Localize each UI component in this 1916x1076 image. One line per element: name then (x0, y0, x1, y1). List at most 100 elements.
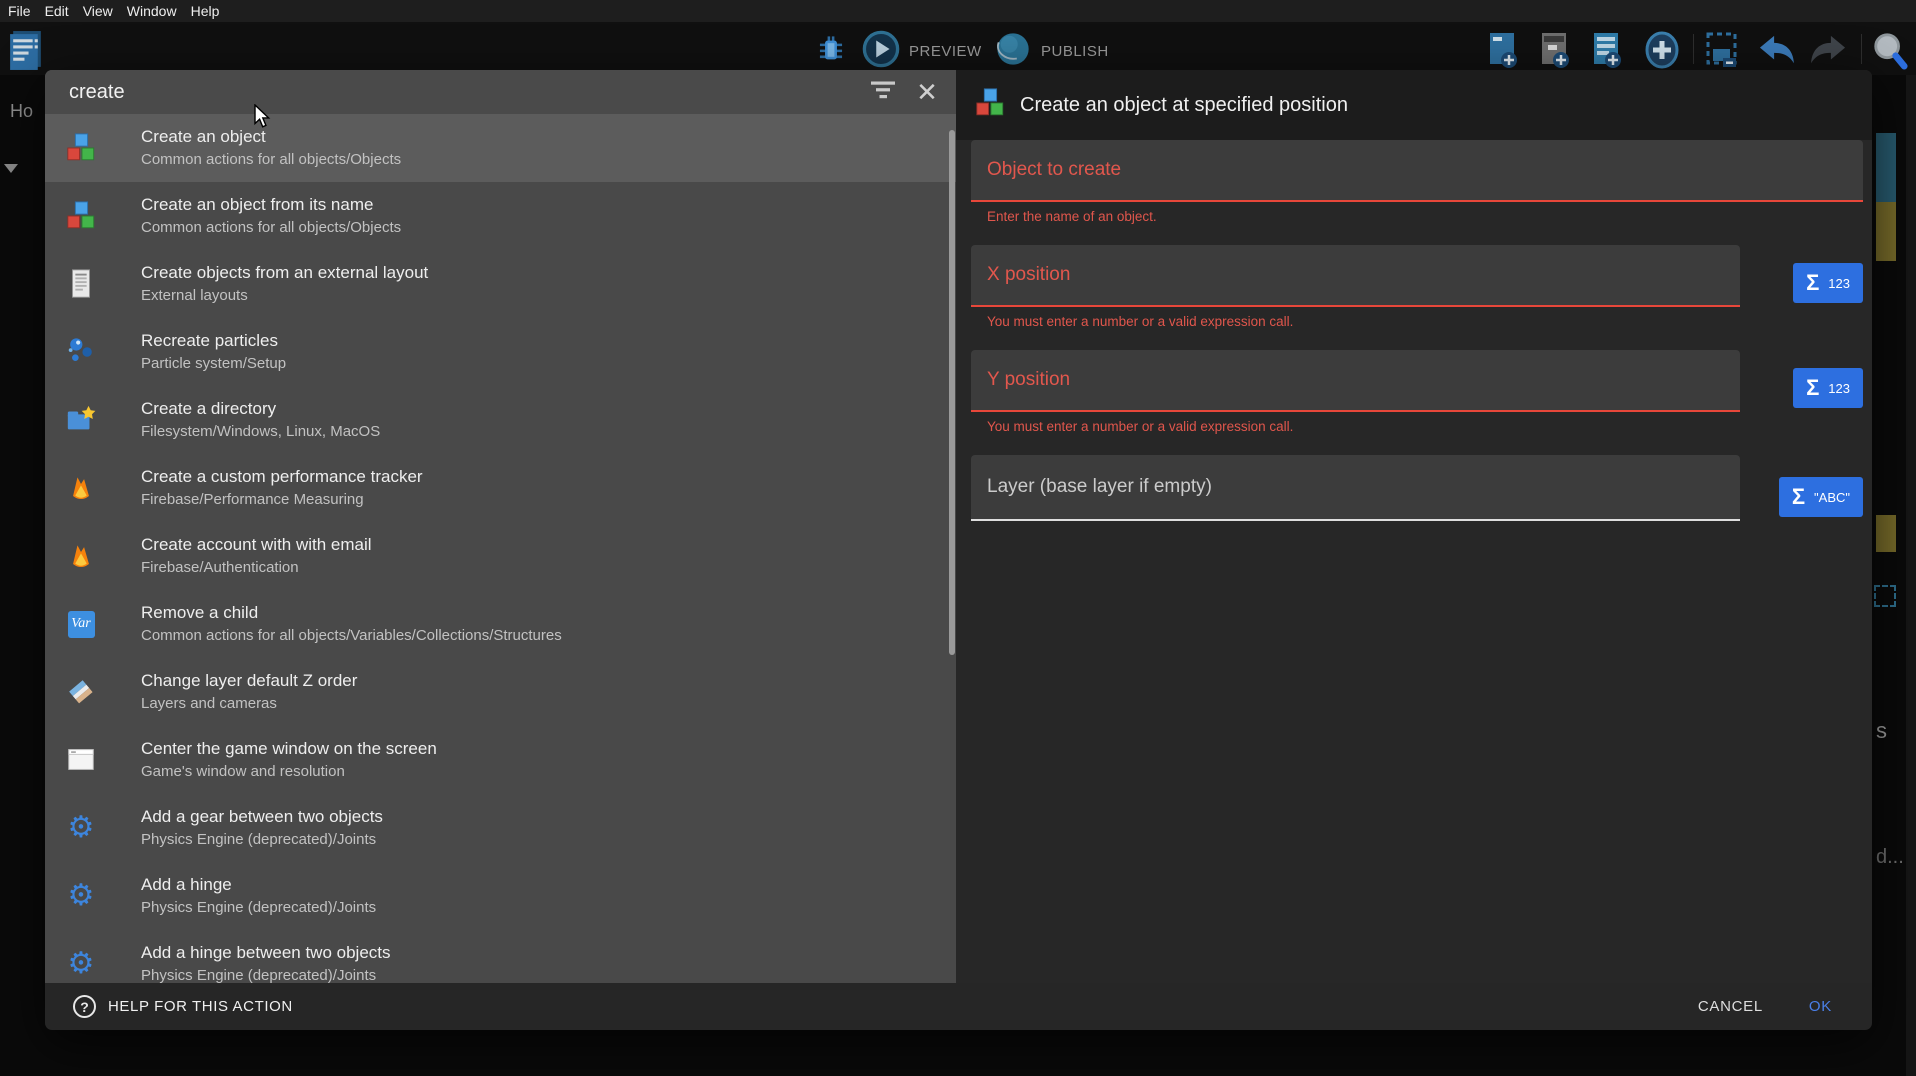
add-extension-button[interactable] (1642, 30, 1682, 75)
action-list-item[interactable]: Center the game window on the screenGame… (45, 726, 956, 794)
action-group: Firebase/Performance Measuring (141, 489, 423, 511)
action-group: Particle system/Setup (141, 353, 286, 375)
menu-window[interactable]: Window (127, 3, 177, 19)
action-title: Create account with with email (141, 533, 372, 557)
close-icon: ✕ (916, 79, 938, 105)
parameter-field[interactable]: Object to create (971, 140, 1863, 202)
paste-icon (1704, 30, 1742, 75)
background-panel-fragment (1876, 202, 1896, 261)
parameter-field[interactable]: X position (971, 245, 1740, 307)
action-list-item[interactable]: Recreate particlesParticle system/Setup (45, 318, 956, 386)
magnifier-icon (1871, 30, 1909, 77)
action-title: Create a directory (141, 397, 380, 421)
publish-button[interactable]: PUBLISH (994, 30, 1109, 73)
help-button[interactable]: ? HELP FOR THIS ACTION (73, 995, 293, 1018)
action-group: Common actions for all objects/Variables… (141, 625, 562, 647)
action-list-item[interactable]: Create account with with emailFirebase/A… (45, 522, 956, 590)
sigma-icon: Σ (1792, 486, 1805, 508)
action-list-item[interactable]: Create objects from an external layoutEx… (45, 250, 956, 318)
action-group: Physics Engine (deprecated)/Joints (141, 897, 376, 919)
menu-bar: File Edit View Window Help (0, 0, 1916, 22)
parameter-field[interactable]: Y position (971, 350, 1740, 412)
action-list-item[interactable]: Create a custom performance trackerFireb… (45, 454, 956, 522)
search-button[interactable] (1871, 30, 1909, 77)
game-window-icon (64, 743, 98, 777)
background-panel-fragment (1876, 515, 1896, 552)
add-scene-button[interactable] (1485, 30, 1521, 75)
project-manager-button[interactable] (8, 29, 45, 77)
paste-button[interactable] (1704, 30, 1742, 75)
action-list-item[interactable]: ⚙Add a hinge between two objectsPhysics … (45, 930, 956, 983)
action-title: Remove a child (141, 601, 562, 625)
action-group: Common actions for all objects/Objects (141, 217, 401, 239)
toolbar-separator (1861, 34, 1862, 64)
action-group: External layouts (141, 285, 428, 307)
expression-editor-button[interactable]: Σ123 (1793, 263, 1863, 303)
filter-button[interactable] (868, 77, 898, 107)
parameter-field[interactable]: Layer (base layer if empty) (971, 455, 1740, 521)
action-detail-pane: Create an object at specified position O… (956, 70, 1872, 983)
action-title: Add a gear between two objects (141, 805, 383, 829)
choose-action-dialog: create ✕ (45, 70, 1872, 1030)
globe-icon (994, 30, 1032, 73)
expression-editor-button[interactable]: Σ"ABC" (1779, 477, 1863, 517)
action-list-item[interactable]: ⚙ Add a gear between two objectsPhysics E… (45, 794, 956, 862)
physics-gear-icon: ⚙ (64, 947, 98, 981)
action-title: Recreate particles (141, 329, 286, 353)
action-list-item[interactable]: Create an object from its nameCommon act… (45, 182, 956, 250)
background-text-fragment: d... (1876, 846, 1904, 869)
parameter-label: Layer (base layer if empty) (987, 476, 1212, 498)
folder-star-icon (64, 403, 98, 437)
ok-button[interactable]: OK (1809, 998, 1832, 1015)
redo-button[interactable] (1808, 33, 1850, 72)
menu-edit[interactable]: Edit (45, 3, 69, 19)
menu-view[interactable]: View (83, 3, 113, 19)
variable-icon: Var (64, 607, 98, 641)
firebase-icon (64, 471, 98, 505)
detail-body: Object to createEnter the name of an obj… (956, 140, 1872, 521)
background-scrollbar (1906, 75, 1916, 1076)
physics-gear-icon: ⚙ (64, 811, 98, 845)
detail-header: Create an object at specified position (956, 70, 1872, 140)
add-external-layout-button[interactable] (1589, 30, 1625, 75)
action-list-item[interactable]: Var Remove a childCommon actions for all … (45, 590, 956, 658)
cubes-icon (974, 87, 1006, 124)
add-external-events-icon (1537, 30, 1573, 75)
action-results-list: Create an objectCommon actions for all o… (45, 114, 956, 983)
expression-editor-button[interactable]: Σ123 (1793, 368, 1863, 408)
add-external-events-button[interactable] (1537, 30, 1573, 75)
publish-label: PUBLISH (1041, 43, 1109, 60)
action-group: Layers and cameras (141, 693, 357, 715)
background-panel-fragment (1876, 133, 1896, 202)
search-input[interactable]: create (69, 81, 868, 104)
parameter-row: X position Σ123 (971, 245, 1863, 307)
cancel-button[interactable]: CANCEL (1698, 998, 1763, 1015)
background-panel-fragment (1874, 585, 1896, 607)
action-list-item[interactable]: Change layer default Z orderLayers and c… (45, 658, 956, 726)
add-external-layout-icon (1589, 30, 1625, 75)
action-list-item[interactable]: Create an objectCommon actions for all o… (45, 114, 956, 182)
action-group: Physics Engine (deprecated)/Joints (141, 965, 391, 983)
plus-circle-icon (1642, 30, 1682, 75)
menu-help[interactable]: Help (191, 3, 220, 19)
preview-button[interactable]: PREVIEW (862, 30, 982, 73)
action-group: Filesystem/Windows, Linux, MacOS (141, 421, 380, 443)
close-button[interactable]: ✕ (912, 77, 942, 107)
action-title: Change layer default Z order (141, 669, 357, 693)
parameter-label: Y position (987, 369, 1070, 391)
physics-gear-icon: ⚙ (64, 879, 98, 913)
project-manager-icon (8, 29, 45, 77)
debug-button[interactable] (816, 33, 846, 72)
action-title: Create an object from its name (141, 193, 401, 217)
action-list-item[interactable]: ⚙Add a hingePhysics Engine (deprecated)/… (45, 862, 956, 930)
menu-file[interactable]: File (8, 3, 31, 19)
undo-button[interactable] (1755, 33, 1797, 72)
action-group: Firebase/Authentication (141, 557, 372, 579)
action-group: Physics Engine (deprecated)/Joints (141, 829, 383, 851)
preview-label: PREVIEW (909, 43, 982, 60)
firebase-icon (64, 539, 98, 573)
chevron-down-icon (4, 164, 18, 173)
list-scrollbar-thumb[interactable] (949, 130, 955, 655)
document-icon (64, 267, 98, 301)
action-list-item[interactable]: Create a directoryFilesystem/Windows, Li… (45, 386, 956, 454)
